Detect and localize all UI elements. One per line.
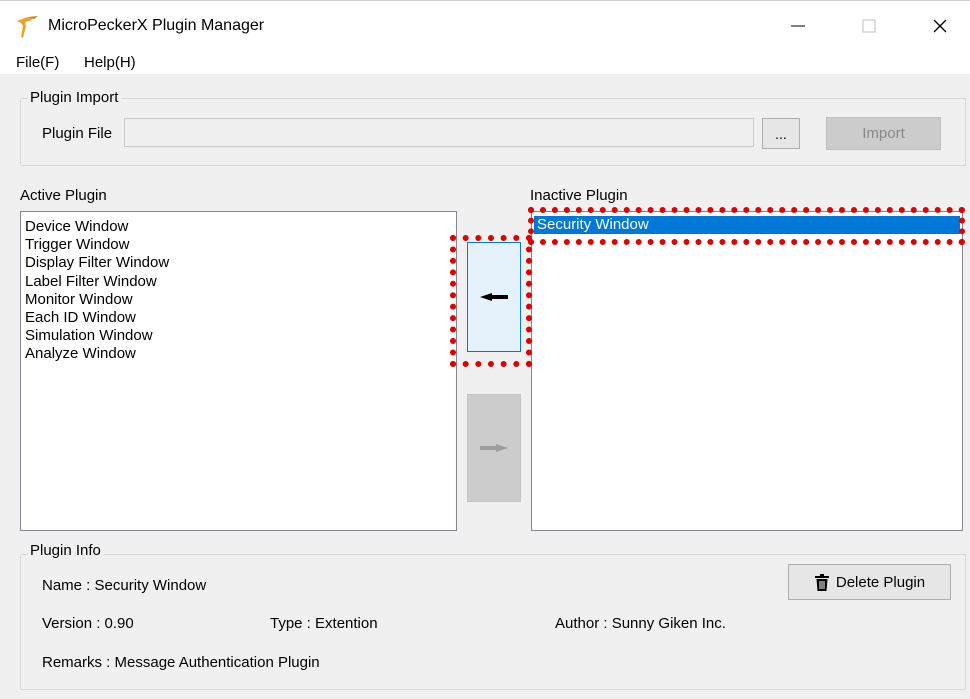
- list-item[interactable]: Trigger Window: [25, 236, 456, 254]
- inactive-plugin-list[interactable]: Security Window: [531, 211, 963, 531]
- plugin-type: Type : Extention: [270, 615, 378, 632]
- arrow-right-icon: [480, 444, 508, 452]
- move-to-inactive-button[interactable]: [467, 394, 521, 502]
- plugin-import-label: Plugin Import: [27, 89, 122, 106]
- trash-icon: [814, 573, 829, 591]
- delete-plugin-label: Delete Plugin: [835, 573, 926, 591]
- maximize-button[interactable]: [843, 0, 895, 52]
- maximize-icon: [862, 19, 876, 33]
- plugin-version: Version : 0.90: [42, 615, 134, 632]
- list-item[interactable]: Analyze Window: [25, 345, 456, 363]
- list-item[interactable]: Simulation Window: [25, 327, 456, 345]
- list-item[interactable]: Each ID Window: [25, 309, 456, 327]
- plugin-file-input[interactable]: [124, 118, 754, 147]
- window-title: MicroPeckerX Plugin Manager: [48, 17, 265, 34]
- active-plugin-label: Active Plugin: [20, 187, 107, 204]
- menu-file[interactable]: File(F): [16, 54, 59, 71]
- inactive-plugin-label: Inactive Plugin: [530, 187, 628, 204]
- plugin-name: Name : Security Window: [42, 577, 207, 594]
- import-button[interactable]: Import: [826, 117, 941, 150]
- woodpecker-logo-icon: [14, 14, 40, 40]
- close-icon: [933, 19, 947, 33]
- minimize-button[interactable]: [772, 0, 824, 52]
- active-plugin-list[interactable]: Device Window Trigger Window Display Fil…: [20, 211, 457, 531]
- plugin-remarks: Remarks : Message Authentication Plugin: [42, 654, 320, 671]
- plugin-file-label: Plugin File: [42, 125, 113, 142]
- close-button[interactable]: [914, 0, 966, 52]
- minimize-icon: [791, 25, 805, 27]
- list-item[interactable]: Device Window: [25, 218, 456, 236]
- list-item[interactable]: Monitor Window: [25, 291, 456, 309]
- highlight-security-window: [528, 207, 965, 245]
- list-item[interactable]: Label Filter Window: [25, 273, 456, 291]
- plugin-info-label: Plugin Info: [27, 542, 104, 559]
- browse-button[interactable]: ...: [762, 118, 800, 149]
- list-item[interactable]: Display Filter Window: [25, 254, 456, 272]
- menu-bar: [0, 52, 970, 74]
- delete-plugin-button[interactable]: Delete Plugin: [788, 564, 951, 600]
- highlight-move-button: [450, 235, 532, 367]
- menu-help[interactable]: Help(H): [84, 54, 136, 71]
- plugin-author: Author : Sunny Giken Inc.: [555, 615, 726, 632]
